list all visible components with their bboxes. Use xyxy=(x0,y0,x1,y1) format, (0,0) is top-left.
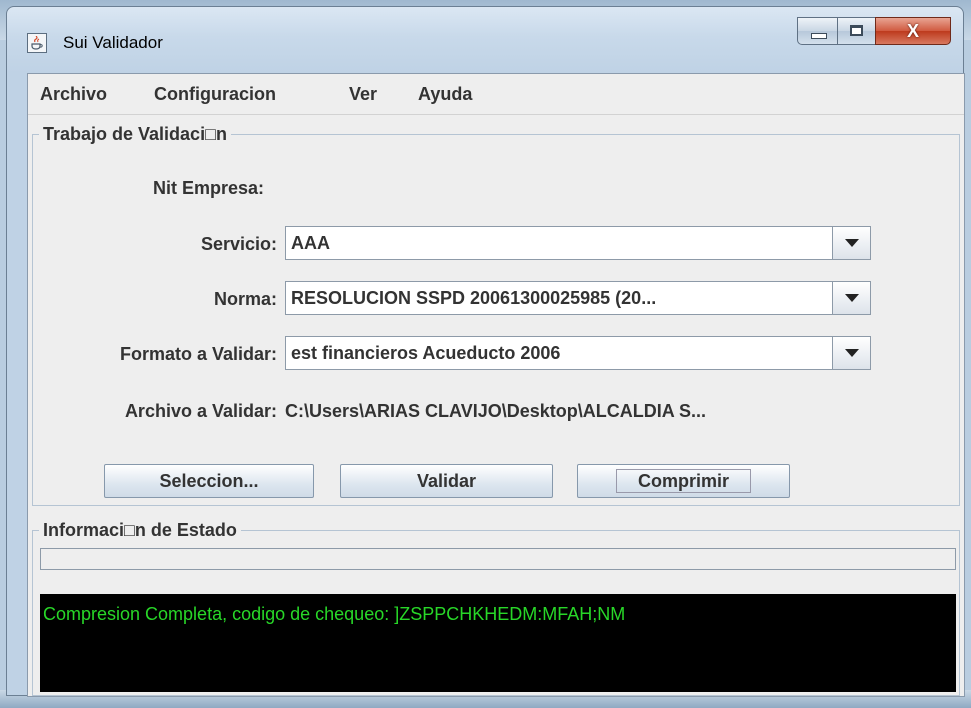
window-controls: X xyxy=(797,17,951,49)
menu-bar: Archivo Configuracion Ver Ayuda xyxy=(28,74,964,115)
progress-bar xyxy=(40,548,956,570)
minimize-button[interactable] xyxy=(797,17,837,45)
servicio-selected-value: AAA xyxy=(291,233,330,253)
formato-dropdown-button[interactable] xyxy=(832,337,870,369)
status-console[interactable]: Compresion Completa, codigo de chequeo: … xyxy=(40,594,956,692)
norma-combobox[interactable]: RESOLUCION SSPD 20061300025985 (20... xyxy=(285,281,871,315)
menu-ver[interactable]: Ver xyxy=(349,84,377,105)
servicio-dropdown-button[interactable] xyxy=(832,227,870,259)
formato-label: Formato a Validar: xyxy=(119,344,277,364)
norma-label: Norma: xyxy=(213,289,277,309)
close-icon: X xyxy=(906,21,919,41)
validation-group-title: Trabajo de Validaci□n xyxy=(39,124,231,145)
formato-combobox[interactable]: est financieros Acueducto 2006 xyxy=(285,336,871,370)
maximize-icon xyxy=(850,25,863,36)
maximize-button[interactable] xyxy=(837,17,875,45)
menu-archivo[interactable]: Archivo xyxy=(40,84,107,105)
validar-button-label: Validar xyxy=(416,471,477,491)
servicio-label: Servicio: xyxy=(200,234,277,254)
formato-selected-value: est financieros Acueducto 2006 xyxy=(291,343,561,363)
comprimir-button[interactable]: Comprimir xyxy=(577,464,790,498)
servicio-combobox[interactable]: AAA xyxy=(285,226,871,260)
chevron-down-icon xyxy=(845,239,859,247)
nit-label: Nit Empresa: xyxy=(152,178,264,198)
seleccion-button-label: Seleccion... xyxy=(159,471,259,491)
app-window: Sui Validador X Archivo Configuracion Ve… xyxy=(6,6,965,697)
norma-dropdown-button[interactable] xyxy=(832,282,870,314)
validar-button[interactable]: Validar xyxy=(340,464,553,498)
seleccion-button[interactable]: Seleccion... xyxy=(104,464,314,498)
norma-selected-value: RESOLUCION SSPD 20061300025985 (20... xyxy=(291,288,657,308)
menu-ayuda[interactable]: Ayuda xyxy=(418,84,472,105)
close-button[interactable]: X xyxy=(875,17,951,45)
java-coffee-cup-icon[interactable] xyxy=(27,33,47,53)
archivo-path: C:\Users\ARIAS CLAVIJO\Desktop\ALCALDIA … xyxy=(285,401,707,421)
minimize-icon xyxy=(811,33,827,39)
archivo-label: Archivo a Validar: xyxy=(124,401,277,421)
title-bar[interactable]: Sui Validador X xyxy=(7,7,963,73)
window-title: Sui Validador xyxy=(63,33,163,52)
status-group-title: Informaci□n de Estado xyxy=(39,520,241,541)
menu-configuracion[interactable]: Configuracion xyxy=(154,84,276,105)
window-content: Archivo Configuracion Ver Ayuda Trabajo … xyxy=(27,73,965,697)
chevron-down-icon xyxy=(845,349,859,357)
comprimir-button-label: Comprimir xyxy=(637,471,729,491)
status-console-text: Compresion Completa, codigo de chequeo: … xyxy=(43,604,626,624)
chevron-down-icon xyxy=(845,294,859,302)
